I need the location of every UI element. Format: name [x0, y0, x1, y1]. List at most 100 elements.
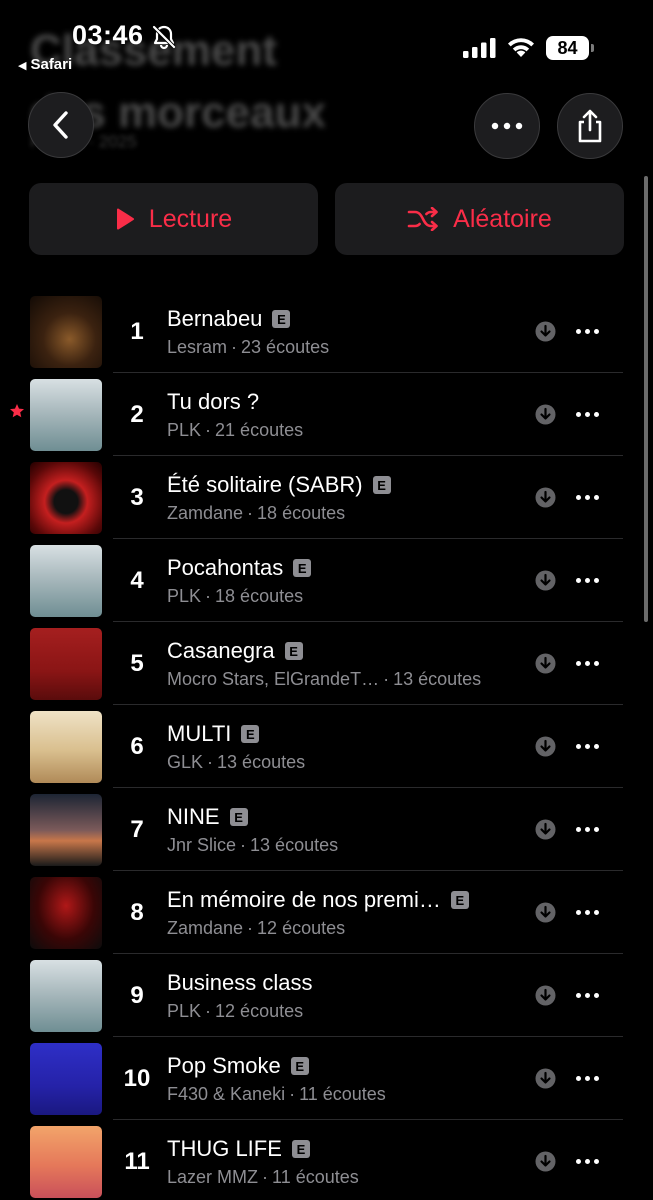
meta-separator: ·: [205, 586, 212, 606]
explicit-badge: E: [272, 310, 291, 328]
status-time: 03:46: [72, 20, 144, 50]
track-title-line: En mémoire de nos premi… E: [167, 887, 469, 913]
back-to-safari-link[interactable]: ◀ Safari: [18, 56, 72, 73]
downloaded-icon: [535, 570, 556, 591]
track-title-line: Bernabeu E: [167, 306, 291, 332]
track-row[interactable]: 7 NINE E Jnr Slice · 13 écoutes: [0, 788, 653, 871]
track-title-line: Pop Smoke E: [167, 1053, 309, 1079]
track-title-line: Pocahontas E: [167, 555, 312, 581]
cellular-signal-icon: [463, 38, 496, 58]
battery-level: 84: [546, 36, 589, 60]
bell-slash-icon: [152, 25, 176, 50]
downloaded-icon: [535, 736, 556, 757]
explicit-badge: E: [372, 476, 391, 494]
track-rank: 3: [130, 484, 144, 511]
track-rank: 4: [130, 567, 144, 594]
track-more-button[interactable]: [572, 816, 602, 842]
meta-separator: ·: [205, 1001, 212, 1021]
downloaded-icon: [535, 321, 556, 342]
track-row[interactable]: 5 Casanegra E Mocro Stars, ElGrandeT… · …: [0, 622, 653, 705]
track-plays: 12 écoutes: [215, 1001, 304, 1021]
play-icon: [116, 208, 134, 230]
explicit-badge: E: [284, 642, 303, 660]
track-plays: 13 écoutes: [250, 835, 339, 855]
track-more-button[interactable]: [572, 733, 602, 759]
track-row[interactable]: 9 Business class PLK · 12 écoutes: [0, 954, 653, 1037]
track-more-button[interactable]: [572, 484, 602, 510]
track-meta: GLK · 13 écoutes: [167, 752, 305, 773]
track-artist: Zamdane: [167, 503, 244, 523]
track-list: 1 Bernabeu E Lesram · 23 écoutes 2 Tu do…: [0, 290, 653, 1200]
track-more-button[interactable]: [572, 650, 602, 676]
track-row[interactable]: 6 MULTI E GLK · 13 écoutes: [0, 705, 653, 788]
track-more-button[interactable]: [572, 1065, 602, 1091]
album-art: [30, 1126, 102, 1198]
track-title-line: NINE E: [167, 804, 248, 830]
track-more-button[interactable]: [572, 1148, 602, 1174]
more-options-button[interactable]: [474, 93, 540, 159]
meta-separator: ·: [240, 835, 247, 855]
album-art: [30, 545, 102, 617]
track-title: NINE: [167, 804, 220, 829]
track-title: THUG LIFE: [167, 1136, 282, 1161]
track-rank: 5: [130, 650, 144, 677]
album-art: [30, 794, 102, 866]
track-title: Pop Smoke: [167, 1053, 281, 1078]
track-rank: 6: [130, 733, 144, 760]
downloaded-icon: [535, 404, 556, 425]
track-row[interactable]: 8 En mémoire de nos premi… E Zamdane · 1…: [0, 871, 653, 954]
track-title-line: MULTI E: [167, 721, 260, 747]
album-art: [30, 379, 102, 451]
track-row[interactable]: 11 THUG LIFE E Lazer MMZ · 11 écoutes: [0, 1120, 653, 1200]
track-meta: PLK · 18 écoutes: [167, 586, 303, 607]
track-meta: Zamdane · 12 écoutes: [167, 918, 345, 939]
explicit-badge: E: [291, 1140, 310, 1158]
track-row[interactable]: 1 Bernabeu E Lesram · 23 écoutes: [0, 290, 653, 373]
track-more-button[interactable]: [572, 318, 602, 344]
share-button[interactable]: [557, 93, 623, 159]
downloaded-icon: [535, 985, 556, 1006]
track-row[interactable]: 3 Été solitaire (SABR) E Zamdane · 18 éc…: [0, 456, 653, 539]
meta-separator: ·: [289, 1084, 296, 1104]
back-app-label: Safari: [30, 56, 73, 73]
track-title-line: Business class: [167, 970, 313, 996]
track-more-button[interactable]: [572, 567, 602, 593]
track-rank: 7: [130, 816, 144, 843]
track-row[interactable]: 10 Pop Smoke E F430 & Kaneki · 11 écoute…: [0, 1037, 653, 1120]
share-icon: [578, 109, 602, 143]
explicit-badge: E: [241, 725, 260, 743]
explicit-badge: E: [293, 559, 312, 577]
track-more-button[interactable]: [572, 982, 602, 1008]
track-rank: 9: [130, 982, 144, 1009]
track-row[interactable]: 4 Pocahontas E PLK · 18 écoutes: [0, 539, 653, 622]
track-artist: GLK: [167, 752, 204, 772]
track-plays: 12 écoutes: [257, 918, 346, 938]
downloaded-icon: [535, 487, 556, 508]
track-rank: 11: [124, 1148, 150, 1175]
explicit-badge: E: [290, 1057, 309, 1075]
track-plays: 11 écoutes: [299, 1084, 386, 1104]
album-art: [30, 711, 102, 783]
play-button[interactable]: Lecture: [29, 183, 318, 255]
track-artist: PLK: [167, 420, 202, 440]
track-meta: Zamdane · 18 écoutes: [167, 503, 345, 524]
chevron-left-icon: [53, 111, 68, 139]
track-row[interactable]: 2 Tu dors ? PLK · 21 écoutes: [0, 373, 653, 456]
track-plays: 13 écoutes: [393, 669, 482, 689]
back-button[interactable]: [28, 92, 94, 158]
album-art: [30, 1043, 102, 1115]
track-plays: 11 écoutes: [272, 1167, 359, 1187]
track-more-button[interactable]: [572, 401, 602, 427]
track-plays: 18 écoutes: [257, 503, 346, 523]
track-plays: 21 écoutes: [215, 420, 304, 440]
explicit-badge: E: [229, 808, 248, 826]
track-meta: PLK · 12 écoutes: [167, 1001, 303, 1022]
track-title-line: Tu dors ?: [167, 389, 259, 415]
track-meta: Lazer MMZ · 11 écoutes: [167, 1167, 359, 1188]
track-meta: Mocro Stars, ElGrandeT… · 13 écoutes: [167, 669, 481, 690]
star-icon: [10, 404, 24, 418]
shuffle-button[interactable]: Aléatoire: [335, 183, 624, 255]
track-more-button[interactable]: [572, 899, 602, 925]
track-rank: 8: [130, 899, 144, 926]
album-art: [30, 462, 102, 534]
